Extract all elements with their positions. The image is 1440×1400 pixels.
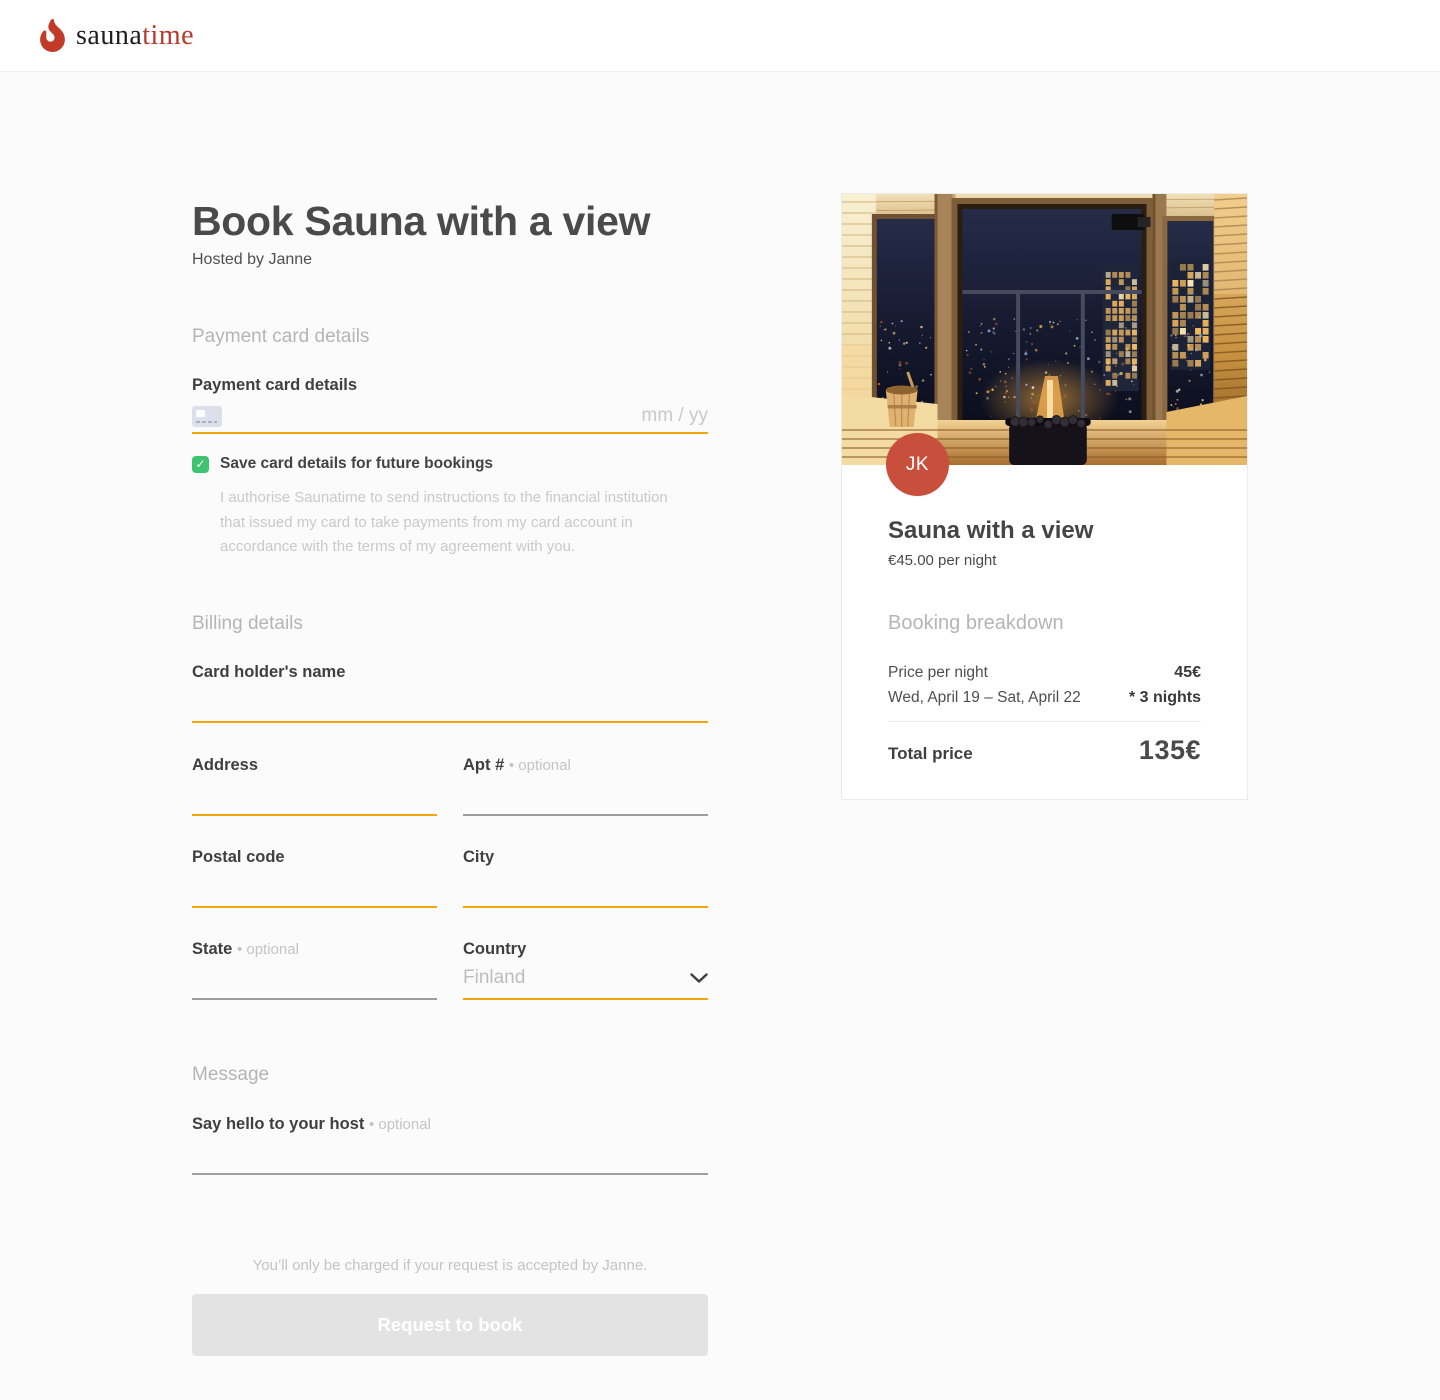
message-optional-marker: • optional: [368, 1115, 431, 1133]
host-initials: JK: [905, 453, 930, 475]
listing-card-body: Sauna with a view €45.00 per night Booki…: [842, 465, 1247, 766]
message-label: Say hello to your host • optional: [192, 1114, 431, 1133]
breakdown-row: Price per night 45€: [888, 664, 1201, 682]
country-selected-value: Finland: [463, 967, 526, 988]
logo-wordmark: saunatime: [76, 20, 194, 52]
city-input[interactable]: [463, 875, 708, 897]
city-cell: City: [463, 848, 708, 908]
apt-label: Apt # • optional: [463, 755, 571, 774]
breakdown-row-label: Price per night: [888, 664, 988, 681]
billing-fields-grid: Address Apt # • optional Postal code Cit…: [192, 756, 708, 1000]
state-optional-marker: • optional: [236, 940, 299, 958]
billing-section-header: Billing details: [192, 612, 303, 634]
host-avatar: JK: [886, 433, 949, 496]
city-field[interactable]: [463, 867, 708, 908]
breakdown-row-value: * 3 nights: [1128, 689, 1201, 706]
apt-optional-marker: • optional: [508, 756, 571, 774]
country-label: Country: [463, 939, 527, 958]
logo-word-primary: sauna: [76, 19, 143, 51]
save-card-label: Save card details for future bookings: [220, 455, 494, 472]
apt-cell: Apt # • optional: [463, 756, 708, 816]
flame-icon: [40, 19, 65, 52]
card-authorization-text: I authorise Saunatime to send instructio…: [220, 489, 668, 555]
page-title: Book Sauna with a view: [192, 198, 651, 244]
card-number-input[interactable]: [232, 405, 630, 427]
country-select[interactable]: Finland: [463, 959, 708, 1000]
message-field[interactable]: [192, 1134, 708, 1175]
booking-page: saunatime Book Sauna with a view Hosted …: [0, 0, 1440, 1400]
save-card-checkbox-row[interactable]: ✓ Save card details for future bookings: [192, 455, 708, 473]
breakdown-row-label: Wed, April 19 – Sat, April 22: [888, 689, 1081, 706]
card-expiry-input[interactable]: [630, 405, 708, 427]
saunatime-logo[interactable]: saunatime: [40, 19, 194, 52]
chevron-down-icon: [690, 972, 708, 984]
total-price-label: Total price: [888, 744, 973, 763]
address-label: Address: [192, 755, 259, 774]
listing-title: Sauna with a view: [888, 517, 1094, 544]
payment-section-header: Payment card details: [192, 326, 370, 347]
card-holder-name-field[interactable]: [192, 682, 708, 723]
apt-field[interactable]: [463, 775, 708, 816]
booking-form: Book Sauna with a view Hosted by Janne P…: [192, 197, 708, 1356]
address-input[interactable]: [192, 783, 437, 805]
state-field[interactable]: [192, 959, 437, 1000]
checkmark-icon: ✓: [195, 457, 206, 471]
address-field[interactable]: [192, 775, 437, 816]
listing-summary-card: JK Sauna with a view €45.00 per night Bo…: [841, 193, 1248, 800]
top-navigation-bar: saunatime: [0, 0, 1440, 72]
breakdown-header: Booking breakdown: [888, 612, 1064, 634]
card-details-label: Payment card details: [192, 376, 358, 394]
page-subtitle: Hosted by Janne: [192, 251, 313, 268]
total-price-row: Total price 135€: [888, 735, 1201, 766]
breakdown-row: Wed, April 19 – Sat, April 22 * 3 nights: [888, 689, 1201, 707]
postal-code-input[interactable]: [192, 875, 437, 897]
state-input[interactable]: [192, 967, 437, 989]
total-price-value: 135€: [1138, 735, 1201, 765]
postal-code-label: Postal code: [192, 847, 285, 866]
state-cell: State • optional: [192, 940, 437, 1000]
message-input[interactable]: [192, 1142, 708, 1164]
breakdown-row-value: 45€: [1174, 664, 1201, 681]
logo-word-secondary: time: [142, 19, 195, 51]
apt-input[interactable]: [463, 783, 708, 805]
address-cell: Address: [192, 756, 437, 816]
request-to-book-button[interactable]: Request to book: [192, 1293, 708, 1356]
city-label: City: [463, 847, 495, 866]
credit-card-icon: [192, 405, 222, 427]
save-card-checkbox[interactable]: ✓: [192, 455, 209, 473]
charge-disclaimer: You’ll only be charged if your request i…: [252, 1256, 648, 1274]
card-holder-name-label: Card holder's name: [192, 662, 346, 681]
postal-code-field[interactable]: [192, 867, 437, 908]
card-holder-name-input[interactable]: [192, 690, 708, 712]
country-cell: Country Finland: [463, 940, 708, 1000]
message-section-header: Message: [192, 1063, 270, 1085]
listing-price-caption: €45.00 per night: [888, 552, 997, 569]
breakdown-divider: [888, 721, 1201, 722]
sauna-photo: [842, 194, 1247, 465]
postal-code-cell: Postal code: [192, 848, 437, 908]
state-label: State • optional: [192, 939, 299, 958]
card-number-field[interactable]: [192, 400, 708, 434]
